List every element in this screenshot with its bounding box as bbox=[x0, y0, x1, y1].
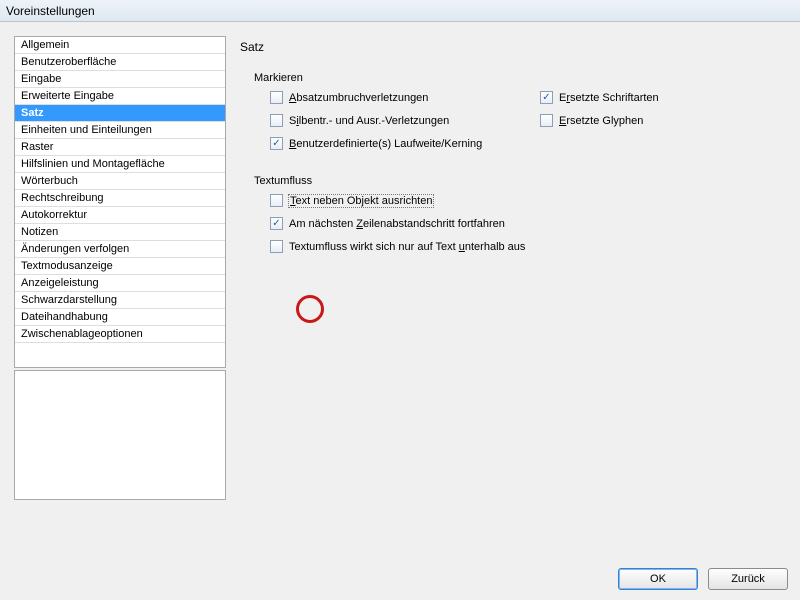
sidebar-item[interactable]: Wörterbuch bbox=[15, 173, 225, 190]
checkbox-box[interactable] bbox=[270, 240, 283, 253]
checkbox-neben-objekt[interactable]: Text neben Objekt ausrichten bbox=[270, 193, 790, 208]
checkbox-box[interactable] bbox=[270, 114, 283, 127]
checkbox-label: Benutzerdefinierte(s) Laufweite/Kerning bbox=[289, 138, 482, 150]
checkbox-label: Ersetzte Schriftarten bbox=[559, 92, 659, 104]
sidebar-item[interactable]: Eingabe bbox=[15, 71, 225, 88]
description-box bbox=[14, 370, 226, 500]
sidebar-item[interactable]: Einheiten und Einteilungen bbox=[15, 122, 225, 139]
checkbox-label: Silbentr.- und Ausr.-Verletzungen bbox=[289, 115, 449, 127]
checkbox-label: Absatzumbruchverletzungen bbox=[289, 92, 428, 104]
sidebar-item[interactable]: Erweiterte Eingabe bbox=[15, 88, 225, 105]
checkbox-zeilenabstand[interactable]: ✓ Am nächsten Zeilenabstandschritt fortfa… bbox=[270, 216, 790, 231]
sidebar-item[interactable]: Dateihandhabung bbox=[15, 309, 225, 326]
sidebar-item[interactable]: Änderungen verfolgen bbox=[15, 241, 225, 258]
ok-button[interactable]: OK bbox=[618, 568, 698, 590]
checkbox-box[interactable] bbox=[540, 114, 553, 127]
group-markieren: Absatzumbruchverletzungen ✓ Ersetzte Schri… bbox=[270, 90, 790, 151]
checkbox-label: Am nächsten Zeilenabstandschritt fortfah… bbox=[289, 218, 505, 230]
checkbox-label: Text neben Objekt ausrichten bbox=[288, 194, 434, 208]
sidebar-item[interactable]: Allgemein bbox=[15, 37, 225, 54]
sidebar-item[interactable]: Raster bbox=[15, 139, 225, 156]
sidebar: AllgemeinBenutzeroberflächeEingabeErweit… bbox=[14, 36, 226, 562]
sidebar-item[interactable]: Benutzeroberfläche bbox=[15, 54, 225, 71]
panel-title: Satz bbox=[240, 40, 790, 54]
sidebar-item[interactable]: Autokorrektur bbox=[15, 207, 225, 224]
sidebar-item[interactable]: Schwarzdarstellung bbox=[15, 292, 225, 309]
checkbox-absatzumbruch[interactable]: Absatzumbruchverletzungen bbox=[270, 90, 530, 105]
group-markieren-label: Markieren bbox=[254, 72, 790, 84]
window-titlebar: Voreinstellungen bbox=[0, 0, 800, 22]
window-title: Voreinstellungen bbox=[6, 4, 95, 18]
sidebar-item[interactable]: Zwischenablageoptionen bbox=[15, 326, 225, 343]
sidebar-item[interactable]: Anzeigeleistung bbox=[15, 275, 225, 292]
checkbox-glyphen[interactable]: Ersetzte Glyphen bbox=[540, 113, 760, 128]
settings-panel: Satz Markieren Absatzumbruchverletzungen… bbox=[238, 36, 790, 562]
checkbox-box[interactable] bbox=[270, 91, 283, 104]
checkbox-schriftarten[interactable]: ✓ Ersetzte Schriftarten bbox=[540, 90, 760, 105]
back-button[interactable]: Zurück bbox=[708, 568, 788, 590]
dialog-content: AllgemeinBenutzeroberflächeEingabeErweit… bbox=[0, 22, 800, 562]
checkbox-label: Textumfluss wirkt sich nur auf Text unte… bbox=[289, 241, 525, 253]
group-textumfluss-label: Textumfluss bbox=[254, 175, 790, 187]
group-textumfluss: Text neben Objekt ausrichten ✓ Am nächsten… bbox=[270, 193, 790, 254]
sidebar-item[interactable]: Hilfslinien und Montagefläche bbox=[15, 156, 225, 173]
sidebar-item[interactable]: Textmodusanzeige bbox=[15, 258, 225, 275]
checkbox-unterhalb[interactable]: Textumfluss wirkt sich nur auf Text unte… bbox=[270, 239, 790, 254]
sidebar-item[interactable]: Rechtschreibung bbox=[15, 190, 225, 207]
sidebar-item[interactable]: Notizen bbox=[15, 224, 225, 241]
dialog-footer: OK Zurück bbox=[618, 568, 788, 590]
sidebar-item[interactable]: Satz bbox=[15, 105, 225, 122]
checkbox-box[interactable] bbox=[270, 194, 283, 207]
checkbox-silbentr[interactable]: Silbentr.- und Ausr.-Verletzungen bbox=[270, 113, 530, 128]
checkbox-box[interactable]: ✓ bbox=[270, 217, 283, 230]
category-list[interactable]: AllgemeinBenutzeroberflächeEingabeErweit… bbox=[14, 36, 226, 368]
checkbox-box[interactable]: ✓ bbox=[270, 137, 283, 150]
checkbox-laufweite[interactable]: ✓ Benutzerdefinierte(s) Laufweite/Kerning bbox=[270, 136, 760, 151]
checkbox-box[interactable]: ✓ bbox=[540, 91, 553, 104]
checkbox-label: Ersetzte Glyphen bbox=[559, 115, 643, 127]
